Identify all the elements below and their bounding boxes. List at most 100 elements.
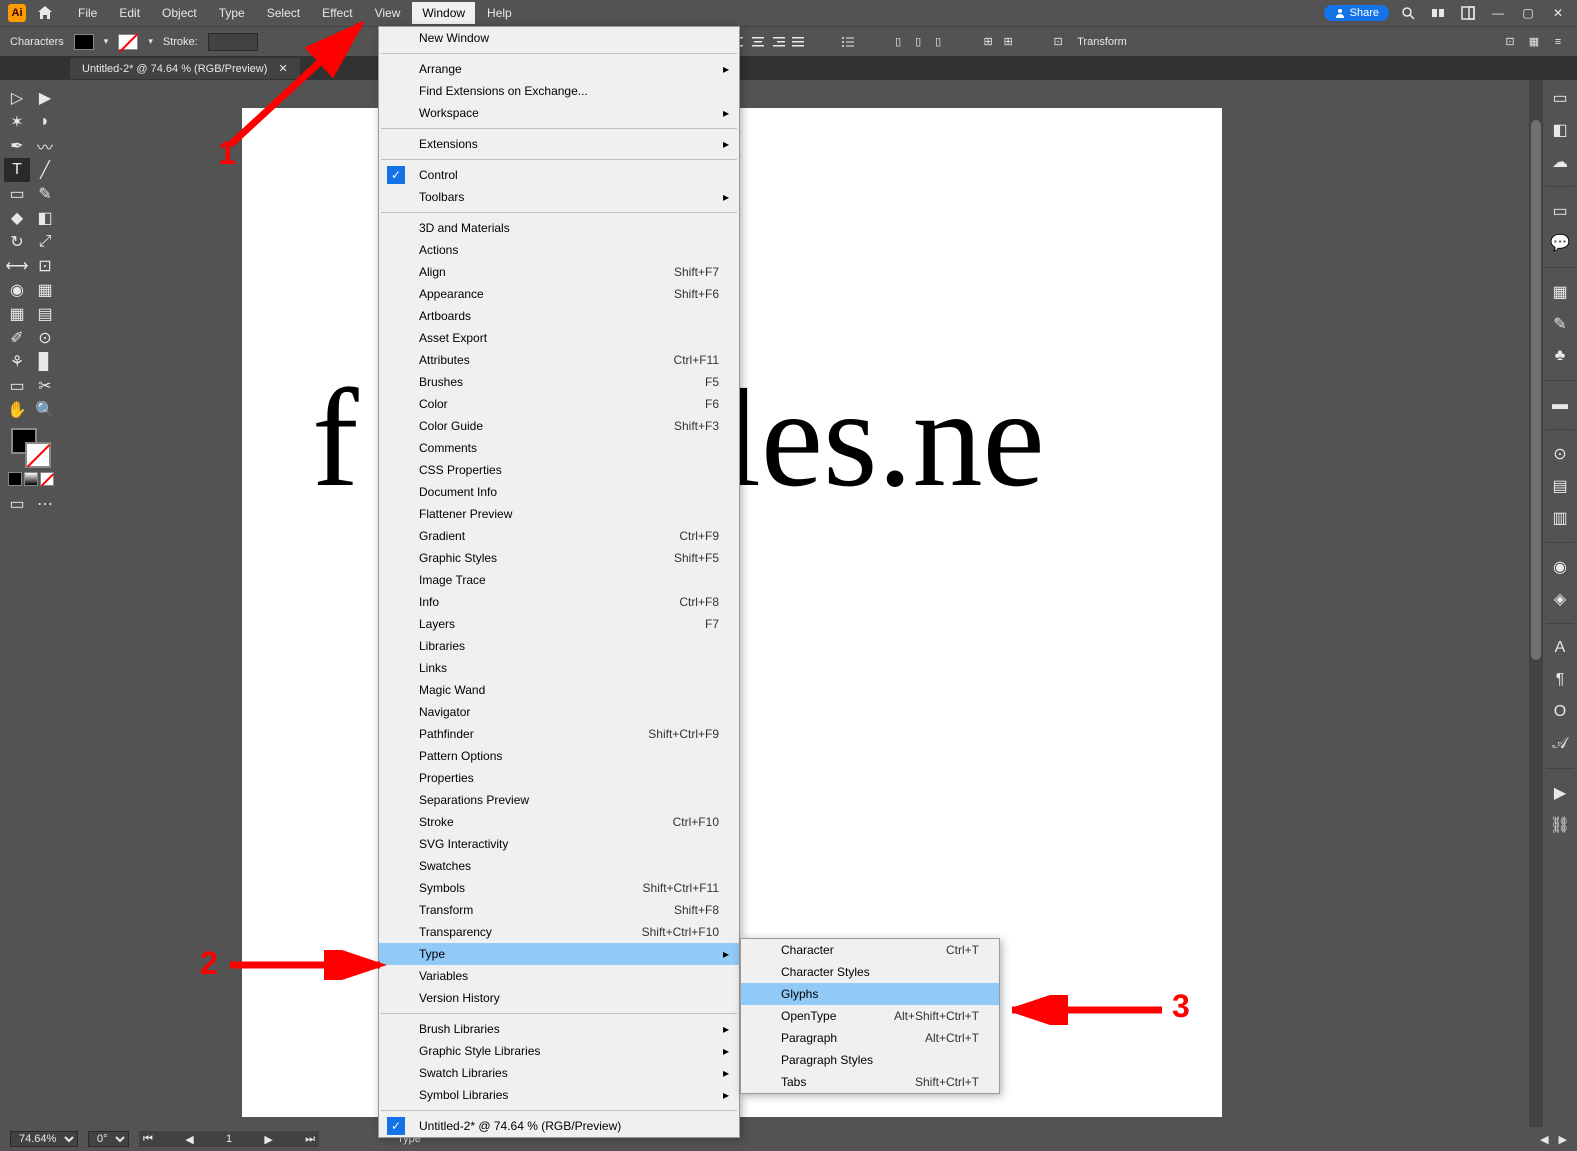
align-center-icon[interactable] <box>749 33 767 51</box>
menu-item-navigator[interactable]: Navigator <box>379 701 739 723</box>
search-icon[interactable] <box>1397 2 1419 24</box>
artboard-tool[interactable]: ▭ <box>4 374 30 398</box>
menu-item-properties[interactable]: Properties <box>379 767 739 789</box>
menu-item-symbols[interactable]: SymbolsShift+Ctrl+F11 <box>379 877 739 899</box>
menu-item-stroke[interactable]: StrokeCtrl+F10 <box>379 811 739 833</box>
blend-tool[interactable]: ⊙ <box>32 326 58 350</box>
swatches-icon[interactable]: ▦ <box>1548 280 1572 304</box>
menu-window[interactable]: Window <box>412 2 475 24</box>
nav-next-icon[interactable]: ▶ <box>264 1133 272 1146</box>
submenu-item-tabs[interactable]: TabsShift+Ctrl+T <box>741 1071 999 1093</box>
eraser-tool[interactable]: ◧ <box>32 206 58 230</box>
arrange-docs-icon[interactable] <box>1427 2 1449 24</box>
brushes-icon[interactable]: ✎ <box>1548 312 1572 336</box>
links-icon[interactable]: ⛓ <box>1548 813 1572 837</box>
nav-prev-icon[interactable]: ◀ <box>185 1133 193 1146</box>
menu-item-attributes[interactable]: AttributesCtrl+F11 <box>379 349 739 371</box>
stroke-swatch[interactable] <box>118 34 138 50</box>
zoom-select[interactable]: 74.64% <box>10 1131 78 1147</box>
menu-item-asset-export[interactable]: Asset Export <box>379 327 739 349</box>
brush-tool[interactable]: ✎ <box>32 182 58 206</box>
options-icon[interactable]: ≡ <box>1549 33 1567 51</box>
menu-item-libraries[interactable]: Libraries <box>379 635 739 657</box>
color-mode-fill[interactable] <box>8 472 22 486</box>
symbols-icon[interactable]: ♣ <box>1548 344 1572 368</box>
menu-item-comments[interactable]: Comments <box>379 437 739 459</box>
edit-toolbar[interactable]: ⋯ <box>32 492 58 516</box>
close-icon[interactable]: ✕ <box>1547 2 1569 24</box>
submenu-item-character-styles[interactable]: Character Styles <box>741 961 999 983</box>
glyphs-icon[interactable]: 𝒜 <box>1548 732 1572 756</box>
perspective-tool[interactable]: ▦ <box>32 278 58 302</box>
share-button[interactable]: Share <box>1324 5 1389 21</box>
graph-tool[interactable]: ▊ <box>32 350 58 374</box>
menu-item-info[interactable]: InfoCtrl+F8 <box>379 591 739 613</box>
menu-item-find-extensions-on-exchange-[interactable]: Find Extensions on Exchange... <box>379 80 739 102</box>
home-icon[interactable] <box>34 2 56 24</box>
menu-item-document-info[interactable]: Document Info <box>379 481 739 503</box>
menu-item-css-properties[interactable]: CSS Properties <box>379 459 739 481</box>
type-tool[interactable]: T <box>4 158 30 182</box>
width-tool[interactable]: ⟷ <box>4 254 30 278</box>
menu-item-graphic-styles[interactable]: Graphic StylesShift+F5 <box>379 547 739 569</box>
menu-item-pattern-options[interactable]: Pattern Options <box>379 745 739 767</box>
menu-item-color[interactable]: ColorF6 <box>379 393 739 415</box>
color-swatches[interactable] <box>11 428 51 468</box>
scrollbar-vertical[interactable] <box>1529 80 1543 1127</box>
distribute-h-icon[interactable]: ⊞ <box>979 33 997 51</box>
submenu-item-opentype[interactable]: OpenTypeAlt+Shift+Ctrl+T <box>741 1005 999 1027</box>
submenu-item-glyphs[interactable]: Glyphs <box>741 983 999 1005</box>
align-right-icon[interactable] <box>769 33 787 51</box>
scale-tool[interactable]: ⤢ <box>32 230 58 254</box>
menu-item-extensions[interactable]: Extensions▸ <box>379 133 739 155</box>
menu-item-workspace[interactable]: Workspace▸ <box>379 102 739 124</box>
halign-center-icon[interactable]: ▯ <box>909 33 927 51</box>
menu-item-graphic-style-libraries[interactable]: Graphic Style Libraries▸ <box>379 1040 739 1062</box>
opentype-icon[interactable]: O <box>1548 700 1572 724</box>
paragraph-icon[interactable]: ¶ <box>1548 668 1572 692</box>
slice-tool[interactable]: ✂ <box>32 374 58 398</box>
stroke-color[interactable] <box>25 442 51 468</box>
menu-item-magic-wand[interactable]: Magic Wand <box>379 679 739 701</box>
color-panel-icon[interactable]: ⊙ <box>1548 442 1572 466</box>
menu-item-align[interactable]: AlignShift+F7 <box>379 261 739 283</box>
curvature-tool[interactable]: 〰 <box>32 134 58 158</box>
menu-item-untitled-2-74-64-rgb-preview-[interactable]: ✓Untitled-2* @ 74.64 % (RGB/Preview) <box>379 1115 739 1137</box>
eyedropper-tool[interactable]: ✐ <box>4 326 30 350</box>
line-tool[interactable]: ╱ <box>32 158 58 182</box>
menu-item-links[interactable]: Links <box>379 657 739 679</box>
transparency-panel-icon[interactable]: ▥ <box>1548 506 1572 530</box>
color-mode-gradient[interactable] <box>24 472 38 486</box>
menu-item-separations-preview[interactable]: Separations Preview <box>379 789 739 811</box>
actions-icon[interactable]: ▶ <box>1548 781 1572 805</box>
menu-file[interactable]: File <box>68 2 107 24</box>
menu-item-transform[interactable]: TransformShift+F8 <box>379 899 739 921</box>
stroke-panel-icon[interactable]: ▬ <box>1548 393 1572 417</box>
menu-item-new-window[interactable]: New Window <box>379 27 739 49</box>
canvas-text-left[interactable]: f <box>312 358 359 519</box>
isolate-icon[interactable]: ⊡ <box>1501 33 1519 51</box>
submenu-item-character[interactable]: CharacterCtrl+T <box>741 939 999 961</box>
menu-item-swatch-libraries[interactable]: Swatch Libraries▸ <box>379 1062 739 1084</box>
menu-edit[interactable]: Edit <box>109 2 150 24</box>
align-justify-icon[interactable] <box>789 33 807 51</box>
menu-item-brush-libraries[interactable]: Brush Libraries▸ <box>379 1018 739 1040</box>
selection-tool[interactable]: ▷ <box>4 86 30 110</box>
menu-item-color-guide[interactable]: Color GuideShift+F3 <box>379 415 739 437</box>
menu-item-artboards[interactable]: Artboards <box>379 305 739 327</box>
submenu-item-paragraph-styles[interactable]: Paragraph Styles <box>741 1049 999 1071</box>
menu-item-gradient[interactable]: GradientCtrl+F9 <box>379 525 739 547</box>
halign-right-icon[interactable]: ▯ <box>929 33 947 51</box>
screen-mode-tool[interactable]: ▭ <box>4 492 30 516</box>
scroll-right-icon[interactable]: ▶ <box>1559 1133 1567 1146</box>
menu-item-appearance[interactable]: AppearanceShift+F6 <box>379 283 739 305</box>
rectangle-tool[interactable]: ▭ <box>4 182 30 206</box>
menu-item-toolbars[interactable]: Toolbars▸ <box>379 186 739 208</box>
pen-tool[interactable]: ✒ <box>4 134 30 158</box>
nav-first-icon[interactable]: ⏮ <box>143 1133 153 1146</box>
gradient-tool[interactable]: ▤ <box>32 302 58 326</box>
free-transform-tool[interactable]: ⊡ <box>32 254 58 278</box>
menu-help[interactable]: Help <box>477 2 522 24</box>
rotation-select[interactable]: 0° <box>88 1131 129 1147</box>
graphic-styles-icon[interactable]: ◈ <box>1548 587 1572 611</box>
